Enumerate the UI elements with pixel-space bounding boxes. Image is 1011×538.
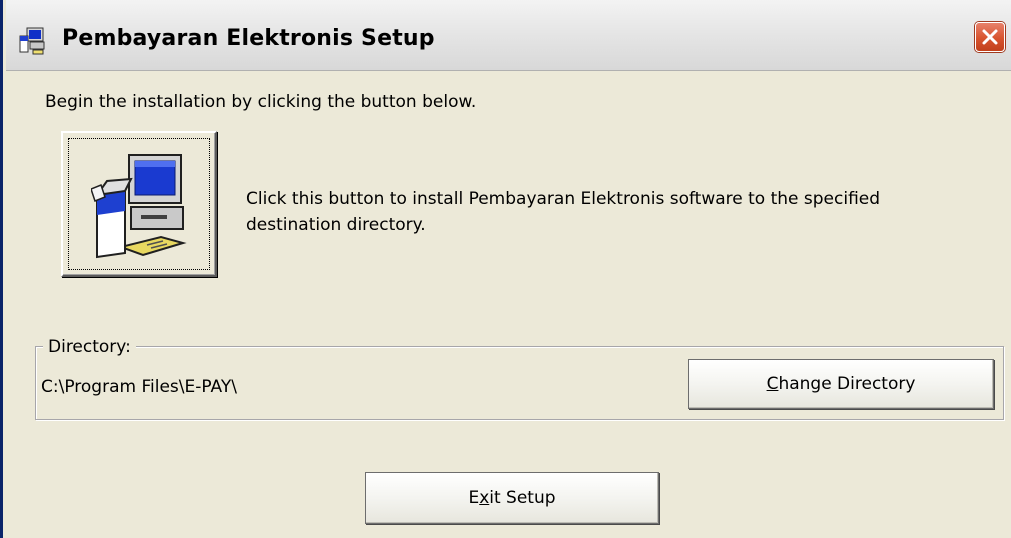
install-description: Click this button to install Pembayaran … <box>246 189 881 235</box>
close-icon <box>982 29 998 45</box>
intro-text: Begin the installation by clicking the b… <box>45 92 477 112</box>
title-bar[interactable]: Pembayaran Elektronis Setup <box>6 0 1011 71</box>
install-button[interactable] <box>61 131 217 277</box>
exit-label-start: E <box>468 488 480 508</box>
change-directory-mnemonic: C <box>766 374 779 394</box>
setup-computer-icon <box>18 26 48 56</box>
window-title: Pembayaran Elektronis Setup <box>62 26 435 51</box>
close-button[interactable] <box>975 22 1005 52</box>
setup-window: Pembayaran Elektronis Setup Begin the in… <box>0 0 1011 538</box>
exit-mnemonic: x <box>479 488 490 508</box>
directory-group-label: Directory: <box>43 337 136 357</box>
exit-setup-button[interactable]: Exit Setup <box>365 472 659 524</box>
directory-path: C:\Program Files\E-PAY\ <box>41 377 237 397</box>
exit-label-end: it Setup <box>489 488 556 508</box>
change-directory-label: hange Directory <box>778 374 916 394</box>
change-directory-button[interactable]: Change Directory <box>688 359 994 409</box>
